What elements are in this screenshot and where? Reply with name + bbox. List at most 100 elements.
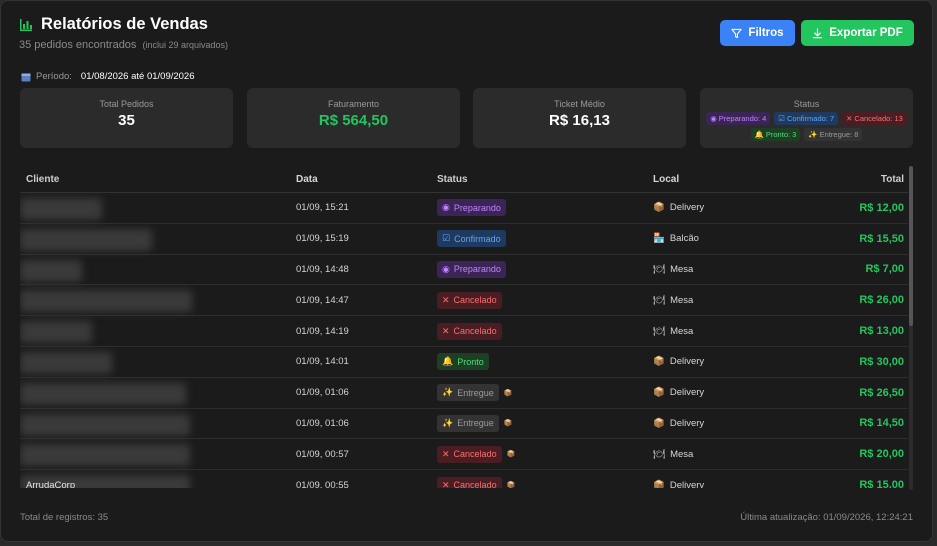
local-label: Balcão: [669, 233, 699, 245]
local-label: Mesa: [670, 294, 694, 306]
period-value: 01/08/2026 até 01/09/2026: [80, 71, 195, 82]
cross-icon: ✕: [442, 448, 450, 459]
sparkle-icon: ✨: [808, 130, 818, 139]
cell-data: 01/09, 00:55: [296, 479, 349, 488]
redacted-name: [20, 198, 102, 220]
export-button-label: Exportar PDF: [829, 27, 903, 39]
store-icon: 🏪: [653, 233, 665, 245]
redacted-name: [20, 351, 112, 374]
cell-total: R$ 30,00: [859, 355, 904, 368]
table-row[interactable]: 01/09, 15:19 ☑ Confirmado 🏪 Balcão R$ 15,50: [20, 224, 908, 255]
total-records: Total de registros: 35: [20, 512, 109, 523]
filter-icon: [731, 28, 743, 39]
cell-total: R$ 15,50: [859, 232, 904, 245]
table-row[interactable]: ArrudaCorp 01/09, 00:55 ✕ Cancelado 📦 📦 Delive…: [20, 470, 908, 488]
redacted-name: [20, 259, 82, 282]
period-label: Período:: [36, 71, 72, 82]
col-header-total[interactable]: Total: [823, 174, 908, 185]
card-label: Total Pedidos: [99, 99, 154, 109]
cell-status: ✕ Cancelado 📦: [437, 476, 653, 488]
cell-data: 01/09, 01:06: [296, 387, 349, 399]
card-value: 35: [118, 112, 135, 129]
cell-local: 📦 Delivery: [653, 202, 823, 213]
period-filter: Período: 01/08/2026 até 01/09/2026: [21, 71, 195, 82]
redacted-name: [20, 413, 190, 436]
cell-total: R$ 15,00: [859, 479, 904, 488]
col-header-cliente[interactable]: Cliente: [20, 166, 296, 192]
bar-chart-icon: [19, 18, 33, 32]
table-row[interactable]: 01/09, 01:06 ✨ Entregue 📦 📦 Delivery R$ 14,50: [20, 409, 908, 440]
table-scrollbar[interactable]: [909, 166, 913, 490]
cell-data: 01/09, 14:01: [296, 356, 349, 368]
table-row[interactable]: 01/09, 15:21 ◉ Preparando 📦 Delivery R$ 12,00: [20, 193, 908, 224]
col-header-status[interactable]: Status: [437, 174, 653, 185]
table-row[interactable]: 01/09, 14:48 ◉ Preparando 🍽 Mesa R$ 7,00: [20, 255, 908, 286]
archived-note: (inclui 29 arquivados): [142, 40, 229, 50]
table-icon: 🍽: [653, 448, 666, 460]
cell-cliente: [20, 347, 296, 377]
table-icon: 🍽: [653, 263, 666, 275]
local-label: Delivery: [669, 417, 705, 429]
orders-table: Cliente Data Status Local Total 01/09, 1…: [20, 166, 908, 488]
report-window: Relatórios de Vendas 35 pedidos encontra…: [0, 0, 933, 542]
cell-status: ✨ Entregue 📦: [437, 384, 653, 402]
redacted-name: [20, 382, 186, 405]
last-updated: Última atualização: 01/09/2026, 12:24:21: [740, 512, 913, 523]
cell-total: R$ 26,00: [859, 294, 904, 307]
package-icon: 📦: [503, 420, 513, 428]
cell-cliente: [20, 255, 296, 285]
status-label: Preparando: [453, 202, 501, 213]
cross-icon: ✕: [442, 479, 450, 488]
header: Relatórios de Vendas 35 pedidos encontra…: [19, 15, 228, 51]
cell-local: 🍽 Mesa: [653, 326, 823, 337]
status-chip-pronto: 🔔 Pronto: 3: [750, 128, 801, 141]
page-title: Relatórios de Vendas: [41, 15, 208, 33]
scrollbar-thumb[interactable]: [909, 166, 913, 326]
table-row[interactable]: 01/09, 14:19 ✕ Cancelado 🍽 Mesa R$ 13,00: [20, 316, 908, 347]
filter-button[interactable]: Filtros: [720, 20, 795, 46]
cell-cliente: ArrudaCorp: [20, 470, 296, 488]
status-badge: ✨ Entregue: [437, 414, 499, 432]
redacted-name: [20, 290, 192, 313]
sparkle-icon: ✨: [442, 387, 454, 398]
cell-total: R$ 20,00: [859, 448, 904, 461]
cell-data: 01/09, 14:47: [296, 294, 349, 306]
cell-cliente: [20, 316, 296, 346]
status-chip-entregue: ✨ Entregue: 8: [804, 128, 863, 141]
export-pdf-button[interactable]: Exportar PDF: [801, 20, 914, 46]
cell-status: ◉ Preparando: [437, 199, 653, 217]
col-header-local[interactable]: Local: [653, 174, 823, 185]
cell-cliente: [20, 378, 296, 408]
cell-status: ◉ Preparando: [437, 260, 653, 278]
status-badge: ☑ Confirmado: [437, 230, 506, 248]
status-badge: ✕ Cancelado: [437, 322, 502, 340]
check-icon: ☑: [442, 233, 451, 244]
cell-total: R$ 14,50: [859, 417, 904, 430]
cell-status: ☑ Confirmado: [437, 230, 653, 248]
cell-local: 🍽 Mesa: [653, 449, 823, 460]
local-label: Mesa: [670, 263, 694, 275]
cell-data: 01/09, 15:19: [296, 233, 349, 245]
download-icon: [812, 27, 823, 39]
card-ticket-medio: Ticket Médio R$ 16,13: [473, 88, 686, 148]
status-badge: ◉ Preparando: [437, 199, 506, 217]
cell-status: 🔔 Pronto: [437, 353, 653, 371]
card-total-pedidos: Total Pedidos 35: [20, 88, 233, 148]
package-icon: 📦: [506, 451, 516, 459]
orders-count: 35 pedidos encontrados: [19, 39, 137, 51]
cell-local: 🍽 Mesa: [653, 295, 823, 306]
cell-data: 01/09, 00:57: [296, 448, 349, 460]
table-row[interactable]: 01/09, 00:57 ✕ Cancelado 📦 🍽 Mesa R$ 20,00: [20, 439, 908, 471]
cell-cliente: [20, 439, 296, 469]
cell-local: 📦 Delivery: [653, 387, 823, 398]
status-label: Preparando: [453, 264, 501, 275]
table-row[interactable]: 01/09, 14:01 🔔 Pronto 📦 Delivery R$ 30,00: [20, 347, 908, 378]
table-row[interactable]: 01/09, 01:06 ✨ Entregue 📦 📦 Delivery R$ 26,50: [20, 378, 908, 409]
table-row[interactable]: 01/09, 14:47 ✕ Cancelado 🍽 Mesa R$ 26,00: [20, 285, 908, 317]
redacted-name: [20, 444, 190, 467]
table-icon: 🍽: [653, 294, 666, 306]
status-label: Entregue: [457, 387, 494, 398]
col-header-data[interactable]: Data: [296, 174, 437, 185]
status-badge: ✨ Entregue: [437, 384, 499, 402]
cross-icon: ✕: [442, 325, 450, 336]
